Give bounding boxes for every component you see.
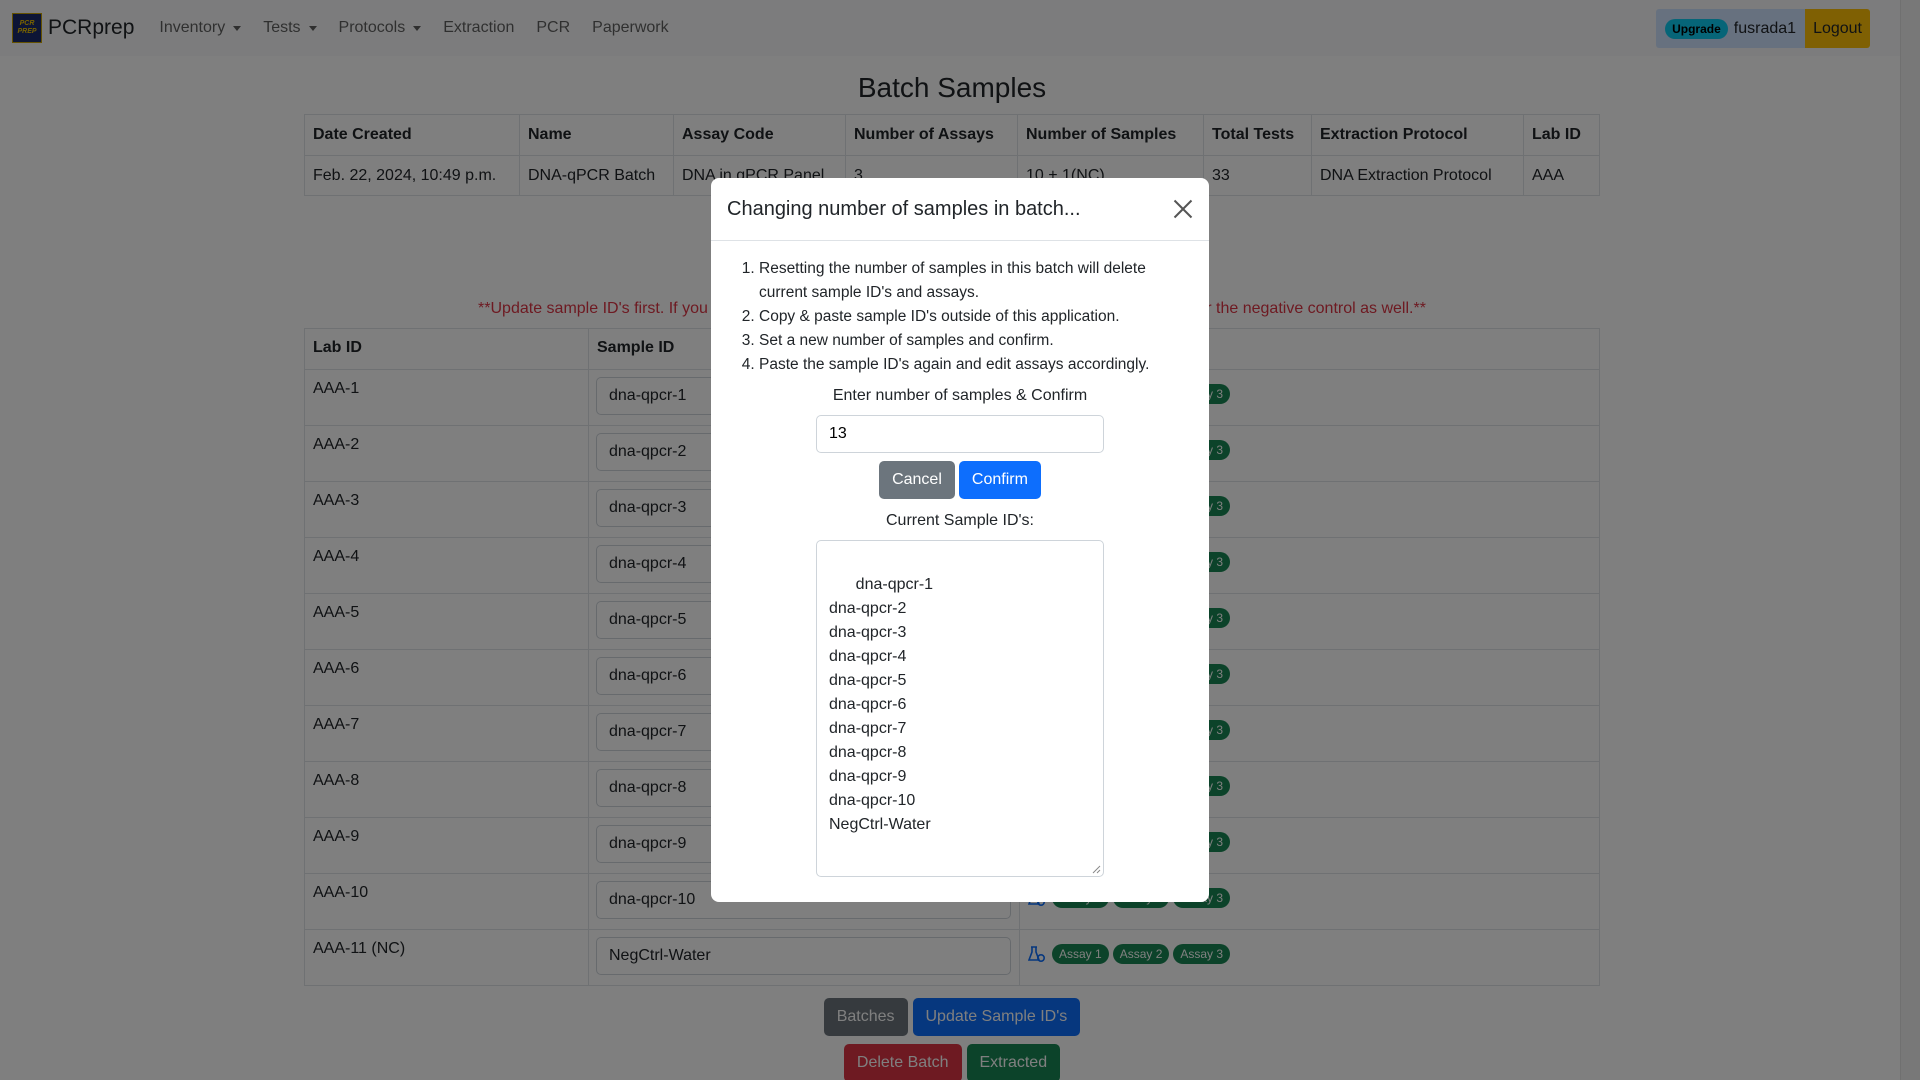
change-samples-modal: Changing number of samples in batch... R…	[711, 178, 1209, 902]
modal-buttons: Cancel Confirm	[727, 461, 1193, 499]
instruction-item: Resetting the number of samples in this …	[759, 257, 1193, 305]
close-icon[interactable]	[1173, 199, 1193, 219]
modal-header: Changing number of samples in batch...	[711, 178, 1209, 241]
sample-count-input[interactable]	[816, 415, 1104, 453]
instruction-list: Resetting the number of samples in this …	[727, 257, 1193, 377]
current-ids-text: dna-qpcr-1 dna-qpcr-2 dna-qpcr-3 dna-qpc…	[829, 576, 934, 833]
modal-title: Changing number of samples in batch...	[727, 197, 1081, 220]
resize-grip-icon[interactable]	[1091, 864, 1101, 874]
modal-body: Resetting the number of samples in this …	[711, 241, 1209, 893]
confirm-button[interactable]: Confirm	[958, 461, 1041, 499]
count-label: Enter number of samples & Confirm	[832, 387, 1088, 404]
instruction-item: Set a new number of samples and confirm.	[759, 329, 1193, 353]
cancel-button[interactable]: Cancel	[879, 461, 955, 499]
instruction-item: Paste the sample ID's again and edit ass…	[759, 353, 1193, 377]
current-ids-label: Current Sample ID's:	[886, 512, 1034, 529]
instruction-item: Copy & paste sample ID's outside of this…	[759, 305, 1193, 329]
current-ids-textarea[interactable]: dna-qpcr-1 dna-qpcr-2 dna-qpcr-3 dna-qpc…	[816, 540, 1104, 877]
